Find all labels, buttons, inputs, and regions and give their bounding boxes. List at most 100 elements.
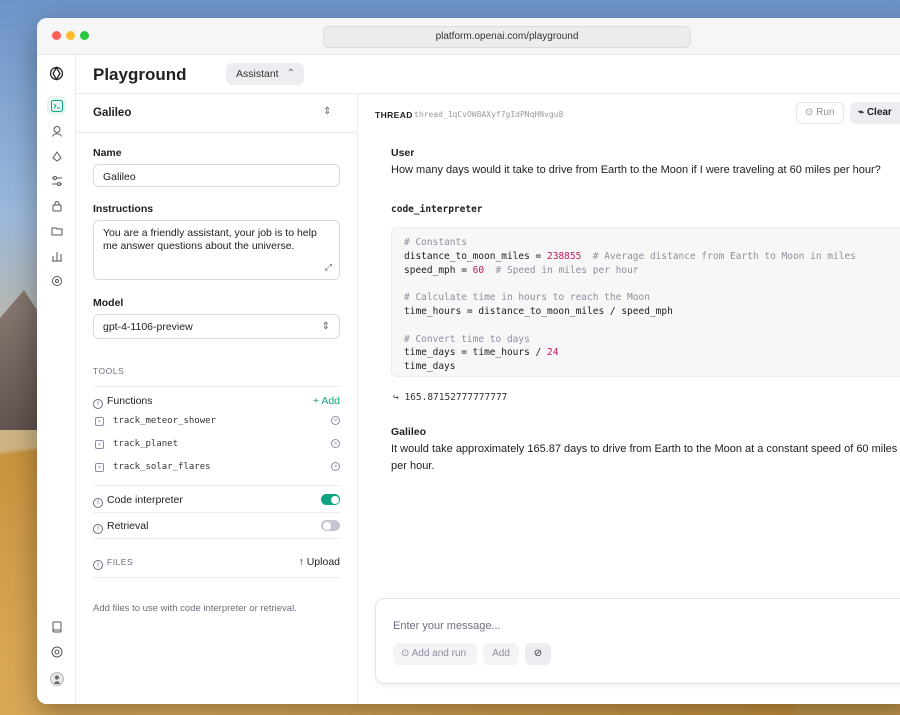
thread-panel: THREAD thread_1qCvOW8AXyf7gIdPNqHNvgu8 ⊙… <box>358 93 900 704</box>
run-button[interactable]: ⊙ Run <box>796 102 844 124</box>
upload-label: Upload <box>306 556 340 568</box>
functions-label: Functions <box>107 395 153 407</box>
code-text: distance_to_moon_miles = <box>404 250 547 262</box>
add-function-button[interactable]: + Add <box>313 395 340 407</box>
info-icon[interactable]: i <box>93 399 103 409</box>
code-text: speed_mph = <box>404 264 473 276</box>
code-interpreter-row: i Code interpreter <box>93 494 340 508</box>
user-role-label: User <box>391 147 415 159</box>
function-item[interactable]: × track_planet × <box>93 438 340 454</box>
clear-button[interactable]: ⌁ Clear <box>850 102 900 124</box>
page-title: Playground <box>93 65 187 84</box>
upload-button[interactable]: ↑ Upload <box>299 556 340 568</box>
files-label: FILES <box>107 557 134 567</box>
files-folder-icon[interactable] <box>47 221 66 240</box>
maximize-window-button[interactable] <box>80 31 89 40</box>
chevron-updown-icon[interactable]: ⇕ <box>323 106 331 117</box>
add-message-button[interactable]: Add <box>483 643 519 665</box>
instructions-field[interactable]: You are a friendly assistant, your job i… <box>93 220 340 280</box>
code-comment: # Convert time to days <box>404 333 530 345</box>
divider <box>93 386 340 387</box>
assistant-config-panel: Galileo ⇕ Name Galileo Instructions You … <box>76 93 358 704</box>
usage-chart-icon[interactable] <box>47 246 66 265</box>
function-item[interactable]: × track_meteor_shower × <box>93 415 340 431</box>
model-select[interactable]: gpt-4-1106-preview ⇕ <box>93 314 340 339</box>
chevron-updown-icon: ⌃ <box>286 68 295 79</box>
playground-icon[interactable] <box>47 96 66 115</box>
settings-sliders-icon[interactable] <box>47 171 66 190</box>
code-comment: # Calculate time in hours to reach the M… <box>404 292 650 304</box>
play-circle-icon: ⊙ <box>401 648 412 659</box>
function-name: track_planet <box>113 439 179 449</box>
message-composer: ⊙ Add and run Add ⊘ <box>375 598 900 684</box>
fine-tuning-icon[interactable] <box>47 146 66 165</box>
assistant-selector-name[interactable]: Galileo <box>93 107 131 119</box>
code-comment: # Speed in miles per hour <box>484 264 639 276</box>
function-box-icon: × <box>95 417 104 426</box>
settings-gear-icon[interactable] <box>47 271 66 290</box>
code-block: # Constants distance_to_moon_miles = 238… <box>391 227 900 377</box>
instructions-text: You are a friendly assistant, your job i… <box>103 227 317 252</box>
close-window-button[interactable] <box>52 31 61 40</box>
openai-logo-icon[interactable] <box>47 64 66 83</box>
paperclip-icon: ⊘ <box>533 648 543 659</box>
code-number: 238855 <box>547 250 582 262</box>
functions-row: i Functions + Add <box>93 395 340 409</box>
info-icon[interactable]: i <box>93 560 103 570</box>
user-message: How many days would it take to drive fro… <box>391 164 881 176</box>
thread-label: THREAD <box>375 110 413 120</box>
function-name: track_solar_flares <box>113 462 211 472</box>
nav-rail <box>37 55 76 704</box>
add-and-run-button[interactable]: ⊙ Add and run <box>393 643 477 665</box>
tools-section-label: TOOLS <box>93 366 125 376</box>
function-box-icon: × <box>95 440 104 449</box>
url-bar[interactable]: platform.openai.com/playground <box>323 26 691 48</box>
help-lifebuoy-icon[interactable] <box>47 642 66 661</box>
divider <box>76 132 357 133</box>
function-name: track_meteor_shower <box>113 416 216 426</box>
remove-circle-icon[interactable]: × <box>331 416 340 425</box>
code-interpreter-toggle[interactable] <box>321 494 340 505</box>
arrow-up-icon: ↑ <box>298 556 307 568</box>
remove-circle-icon[interactable]: × <box>331 439 340 448</box>
page-header: Playground Assistant ⌃ <box>76 55 900 93</box>
api-keys-lock-icon[interactable] <box>47 196 66 215</box>
code-comment: # Constants <box>404 237 467 248</box>
chevron-updown-icon: ⇕ <box>321 321 330 332</box>
files-hint: Add files to use with code interpreter o… <box>93 603 297 614</box>
retrieval-toggle[interactable] <box>321 520 340 531</box>
model-label: Model <box>93 297 124 309</box>
expand-icon[interactable]: ⤢ <box>325 261 332 274</box>
assistants-icon[interactable] <box>47 121 66 140</box>
retrieval-label: Retrieval <box>107 520 149 532</box>
divider <box>93 485 340 486</box>
minimize-window-button[interactable] <box>66 31 75 40</box>
attach-button[interactable]: ⊘ <box>525 643 551 665</box>
code-result: ↪ 165.87152777777777 <box>393 392 508 403</box>
code-text: time_hours = distance_to_moon_miles / sp… <box>404 305 673 317</box>
instructions-label: Instructions <box>93 203 154 215</box>
retrieval-row: i Retrieval <box>93 520 340 534</box>
code-number: 60 <box>472 264 485 276</box>
function-item[interactable]: × track_solar_flares × <box>93 461 340 477</box>
user-avatar-icon[interactable] <box>47 669 66 688</box>
remove-circle-icon[interactable]: × <box>331 462 340 471</box>
code-text: time_days = time_hours / <box>404 347 547 359</box>
mode-select[interactable]: Assistant ⌃ <box>226 63 304 85</box>
browser-window: platform.openai.com/playground Playgroun… <box>37 18 900 704</box>
assistant-message: It would take approximately 165.87 days … <box>391 443 898 472</box>
name-field[interactable]: Galileo <box>93 164 340 187</box>
message-input[interactable] <box>393 620 893 632</box>
code-interpreter-label: Code interpreter <box>107 494 183 506</box>
mode-select-label: Assistant <box>236 68 279 80</box>
thread-id: thread_1qCvOW8AXyf7gIdPNqHNvgu8 <box>414 110 564 119</box>
assistant-role-label: Galileo <box>391 426 427 438</box>
info-icon[interactable]: i <box>93 498 103 508</box>
docs-book-icon[interactable] <box>47 617 66 636</box>
add-and-run-label: Add and run <box>411 648 467 659</box>
tool-name: code_interpreter <box>391 204 483 215</box>
model-select-value: gpt-4-1106-preview <box>103 321 193 333</box>
name-label: Name <box>93 147 122 159</box>
code-comment: # Average distance from Earth to Moon in… <box>581 250 856 262</box>
info-icon[interactable]: i <box>93 524 103 534</box>
